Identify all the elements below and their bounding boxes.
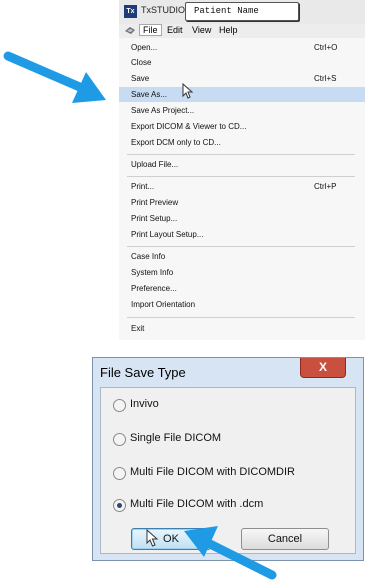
arrow-pointer-icon [184,526,277,580]
dialog-title: File Save Type [100,365,186,380]
file-menu-dropdown: Open... Ctrl+O Close Save Ctrl+S Save As… [119,38,365,340]
mouse-cursor-icon [146,529,159,547]
patient-name-text: Patient Name [194,6,259,16]
menu-item-save-as-project[interactable]: Save As Project... [119,103,365,118]
radio-button[interactable] [113,467,126,480]
menu-item-label: Close [131,58,152,67]
menu-item-label: Upload File... [131,160,179,169]
menu-item-shortcut: Ctrl+P [314,182,337,191]
menu-item-label: Print... [131,182,155,191]
title-bar: Tx TxSTUDIO Patient Name [119,0,365,24]
menu-item-shortcut: Ctrl+S [314,74,337,83]
menu-separator [127,176,355,177]
patient-name-field[interactable]: Patient Name [185,2,299,21]
menu-file[interactable]: File [139,24,162,36]
menu-item-case-info[interactable]: Case Info [119,249,365,264]
app-window: Tx TxSTUDIO Patient Name File Edit View … [119,0,365,340]
menu-item-label: Open... [131,43,158,52]
menu-item-label: Save As Project... [131,106,195,115]
app-menu-icon[interactable] [124,26,136,35]
menu-item-label: Case Info [131,252,166,261]
app-title: TxSTUDIO [141,5,185,15]
option-label: Single File DICOM [130,432,222,444]
menu-separator [127,246,355,247]
menu-item-label: Export DICOM & Viewer to CD... [131,122,247,131]
menu-item-print-setup[interactable]: Print Setup... [119,211,365,226]
radio-button[interactable] [113,399,126,412]
radio-button[interactable] [113,433,126,446]
menu-item-save[interactable]: Save Ctrl+S [119,71,365,86]
menu-help[interactable]: Help [219,25,238,35]
option-label: Multi File DICOM with DICOMDIR [130,466,296,478]
menu-item-system-info[interactable]: System Info [119,265,365,280]
menubar: File Edit View Help [119,24,365,38]
menu-item-label: Print Setup... [131,214,178,223]
radio-button-checked[interactable] [113,499,126,512]
menu-item-upload-file[interactable]: Upload File... [119,157,365,172]
menu-item-label: Print Preview [131,198,179,207]
menu-item-open[interactable]: Open... Ctrl+O [119,40,365,55]
menu-item-label: Export DCM only to CD... [131,138,221,147]
menu-edit[interactable]: Edit [167,25,183,35]
close-button[interactable]: X [300,358,346,378]
menu-item-preference[interactable]: Preference... [119,281,365,296]
menu-item-label: Exit [131,324,145,333]
menu-item-print-layout-setup[interactable]: Print Layout Setup... [119,227,365,242]
menu-item-close[interactable]: Close [119,55,365,70]
menu-item-export-dicom-viewer[interactable]: Export DICOM & Viewer to CD... [119,119,365,134]
menu-item-print-preview[interactable]: Print Preview [119,195,365,210]
menu-separator [127,317,355,318]
menu-item-label: Import Orientation [131,300,196,309]
menu-item-save-as[interactable]: Save As... [119,87,365,102]
app-logo-icon: Tx [124,5,137,18]
arrow-pointer-icon [3,51,106,103]
menu-item-import-orientation[interactable]: Import Orientation [119,297,365,312]
menu-item-label: Print Layout Setup... [131,230,204,239]
option-label: Multi File DICOM with .dcm [130,498,264,510]
menu-item-label: System Info [131,268,174,277]
menu-item-label: Preference... [131,284,177,293]
menu-item-label: Save As... [131,90,168,99]
mouse-cursor-icon [182,83,194,99]
menu-item-shortcut: Ctrl+O [314,43,338,52]
menu-item-export-dcm[interactable]: Export DCM only to CD... [119,135,365,150]
menu-separator [127,154,355,155]
menu-view[interactable]: View [192,25,211,35]
option-label: Invivo [130,398,159,410]
menu-item-print[interactable]: Print... Ctrl+P [119,179,365,194]
menu-item-label: Save [131,74,150,83]
menu-item-exit[interactable]: Exit [119,321,365,336]
